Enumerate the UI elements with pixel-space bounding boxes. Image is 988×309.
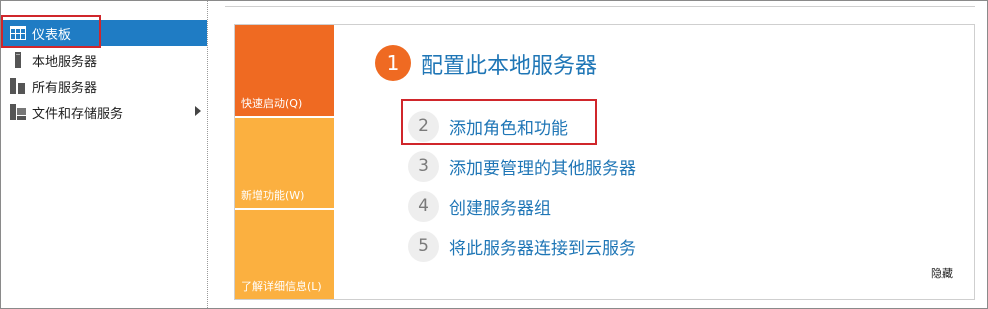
dashboard-grid-icon [9, 25, 27, 41]
step-link-add-other-servers[interactable]: 添加要管理的其他服务器 [449, 154, 636, 179]
step-number-3: 3 [408, 150, 439, 182]
server-icon [9, 52, 27, 68]
sidebar-item-all-servers[interactable]: 所有服务器 [1, 73, 207, 99]
step-add-other-servers[interactable]: 3 添加要管理的其他服务器 [408, 150, 636, 182]
step-number-4: 4 [408, 190, 439, 222]
tile-whats-new[interactable]: 新增功能(W) [235, 118, 334, 208]
servers-icon [9, 78, 27, 94]
step-add-roles-features[interactable]: 2 添加角色和功能 [408, 110, 568, 142]
chevron-right-icon[interactable] [195, 106, 201, 116]
step-number-2: 2 [408, 110, 439, 142]
step-link-add-roles-features[interactable]: 添加角色和功能 [449, 114, 568, 139]
sidebar-item-local-server[interactable]: 本地服务器 [1, 47, 207, 73]
step-number-1: 1 [375, 45, 411, 81]
step-link-create-server-group[interactable]: 创建服务器组 [449, 194, 551, 219]
sidebar-item-label: 本地服务器 [32, 54, 98, 70]
sidebar-item-label: 文件和存储服务 [32, 106, 124, 122]
header-divider [225, 1, 975, 7]
file-storage-icon [9, 104, 27, 120]
step-create-server-group[interactable]: 4 创建服务器组 [408, 190, 551, 222]
sidebar: 仪表板 本地服务器 所有服务器 文件和存储服务 [1, 1, 207, 308]
sidebar-item-file-storage[interactable]: 文件和存储服务 [1, 99, 207, 125]
sidebar-item-label: 仪表板 [32, 27, 72, 43]
step-connect-cloud-services[interactable]: 5 将此服务器连接到云服务 [408, 230, 636, 262]
sidebar-divider [207, 1, 209, 308]
hide-link[interactable]: 隐藏 [931, 265, 953, 281]
step-link-connect-cloud-services[interactable]: 将此服务器连接到云服务 [449, 234, 636, 259]
sidebar-item-dashboard[interactable]: 仪表板 [1, 20, 207, 46]
tile-label: 新增功能(W) [241, 189, 305, 202]
tile-label: 快速启动(Q) [241, 97, 303, 110]
step-link-configure-local-server[interactable]: 配置此本地服务器 [421, 48, 597, 80]
tile-learn-more[interactable]: 了解详细信息(L) [235, 210, 334, 299]
sidebar-item-label: 所有服务器 [32, 80, 98, 96]
step-number-5: 5 [408, 230, 439, 262]
tile-quick-start[interactable]: 快速启动(Q) [235, 25, 334, 116]
tile-label: 了解详细信息(L) [241, 280, 322, 293]
